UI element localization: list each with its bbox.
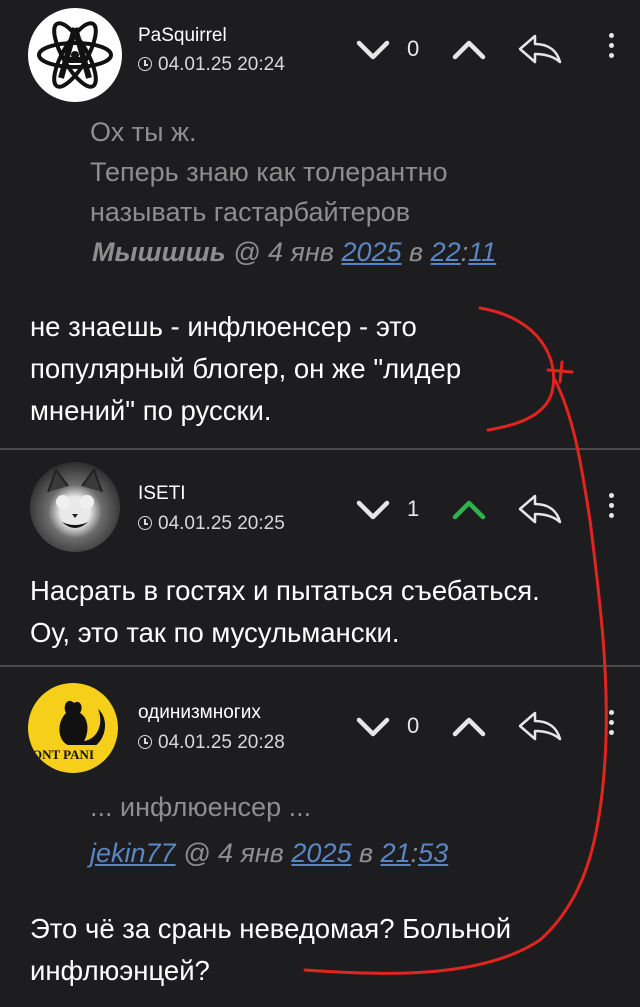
annotation-scribble [303,306,608,975]
